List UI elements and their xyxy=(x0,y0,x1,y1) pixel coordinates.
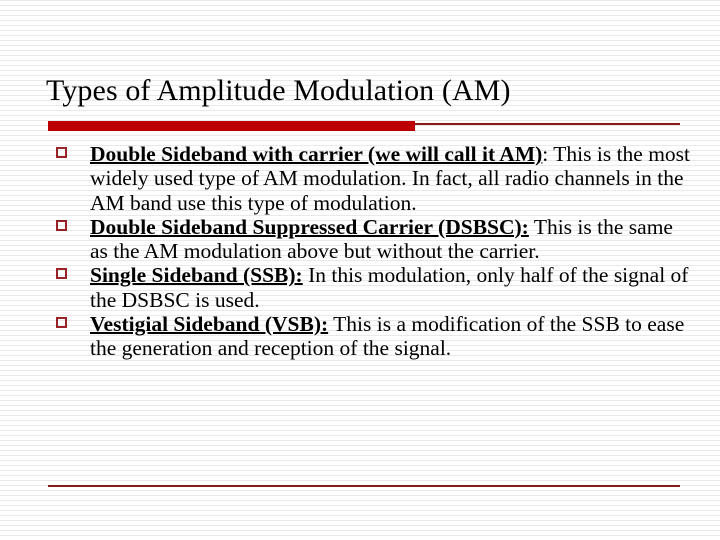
hollow-square-bullet-icon xyxy=(56,268,67,280)
footer-divider xyxy=(48,485,680,487)
list-item: Single Sideband (SSB): In this modulatio… xyxy=(48,263,692,312)
list-item-heading: Double Sideband with carrier (we will ca… xyxy=(90,142,543,166)
title-divider xyxy=(48,120,680,131)
list-item-heading: Double Sideband Suppressed Carrier (DSBS… xyxy=(90,214,529,239)
list-item: Double Sideband Suppressed Carrier (DSBS… xyxy=(48,215,692,264)
list-item: Vestigial Sideband (VSB): This is a modi… xyxy=(48,312,692,361)
slide-canvas: Types of Amplitude Modulation (AM) Doubl… xyxy=(0,0,720,540)
title-divider-thick-bar xyxy=(48,121,415,131)
list-item-heading: Vestigial Sideband (VSB): xyxy=(90,312,329,337)
page-title: Types of Amplitude Modulation (AM) xyxy=(46,74,511,107)
hollow-square-bullet-icon xyxy=(56,147,67,158)
list-item-heading: Single Sideband (SSB): xyxy=(90,263,303,288)
hollow-square-bullet-icon xyxy=(56,219,67,231)
hollow-square-bullet-icon xyxy=(56,317,67,329)
list-item: Double Sideband with carrier (we will ca… xyxy=(48,142,692,215)
bullet-list: Double Sideband with carrier (we will ca… xyxy=(48,142,692,361)
